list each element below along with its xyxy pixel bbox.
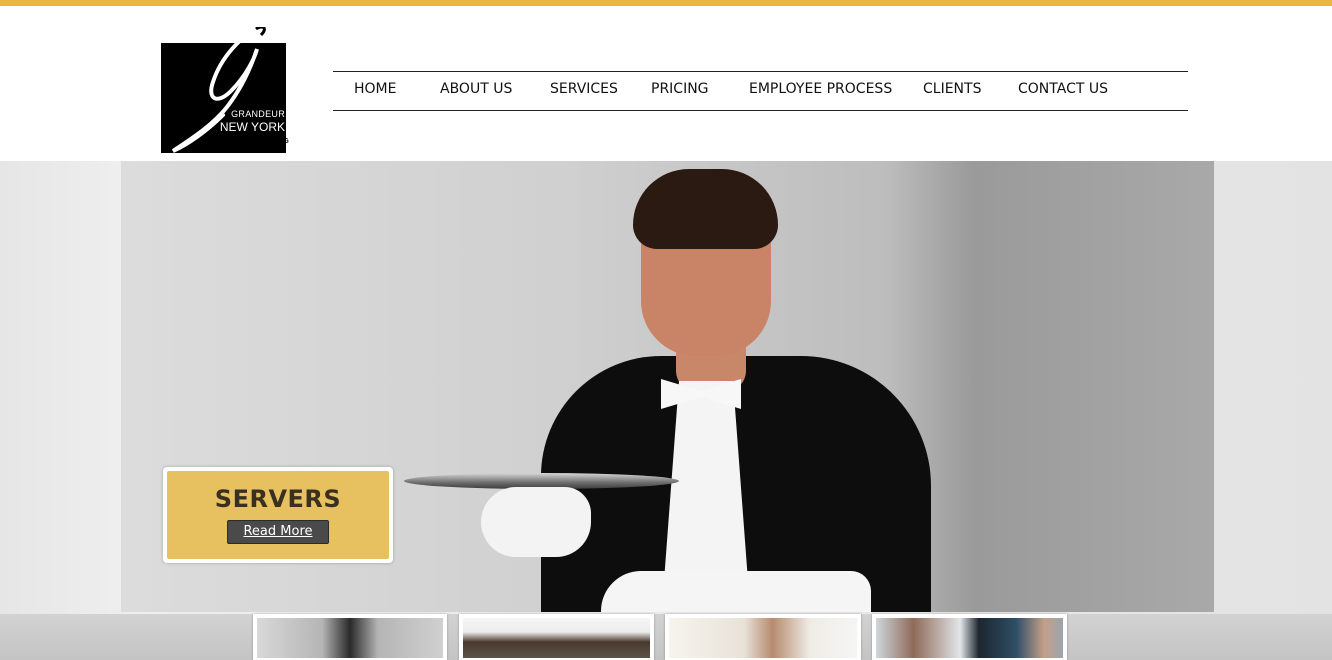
nav-employee-process[interactable]: EMPLOYEE PROCESS bbox=[749, 81, 892, 97]
logo-text-newyork: NEW YORK bbox=[219, 120, 285, 134]
thumbnail-servers[interactable] bbox=[253, 614, 447, 660]
logo-g-mark-icon bbox=[171, 27, 266, 153]
thumbnail-chefs[interactable] bbox=[459, 614, 654, 660]
read-more-button[interactable]: Read More bbox=[227, 520, 329, 544]
waiter-hair bbox=[633, 169, 778, 249]
logo-text-tagline: HOSPITALITY STAFFING bbox=[203, 138, 290, 145]
towel bbox=[601, 571, 871, 612]
thumbnail-image bbox=[876, 618, 1063, 658]
site-header: GRANDEUR NEW YORK HOSPITALITY STAFFING H… bbox=[0, 6, 1332, 161]
nav-about-us[interactable]: ABOUT US bbox=[440, 81, 512, 97]
thumbnail-hostess[interactable] bbox=[665, 614, 861, 660]
thumbnail-image bbox=[257, 618, 443, 658]
white-glove bbox=[481, 487, 591, 557]
hero-caption-box: SERVERS Read More bbox=[163, 467, 393, 563]
main-nav: HOME ABOUT US SERVICES PRICING EMPLOYEE … bbox=[333, 71, 1188, 111]
thumbnail-image bbox=[669, 618, 857, 658]
hero-caption-title: SERVERS bbox=[214, 485, 342, 513]
hero-caption-inner: SERVERS Read More bbox=[167, 471, 389, 559]
logo-text-grandeur: GRANDEUR bbox=[231, 109, 285, 119]
nav-services[interactable]: SERVICES bbox=[550, 81, 618, 97]
nav-pricing[interactable]: PRICING bbox=[651, 81, 709, 97]
nav-home[interactable]: HOME bbox=[354, 81, 396, 97]
nav-contact-us[interactable]: CONTACT US bbox=[1018, 81, 1108, 97]
nav-clients[interactable]: CLIENTS bbox=[923, 81, 981, 97]
thumbnail-staff[interactable] bbox=[872, 614, 1067, 660]
thumbnail-image bbox=[463, 618, 650, 658]
brand-logo[interactable]: GRANDEUR NEW YORK HOSPITALITY STAFFING bbox=[161, 27, 290, 153]
